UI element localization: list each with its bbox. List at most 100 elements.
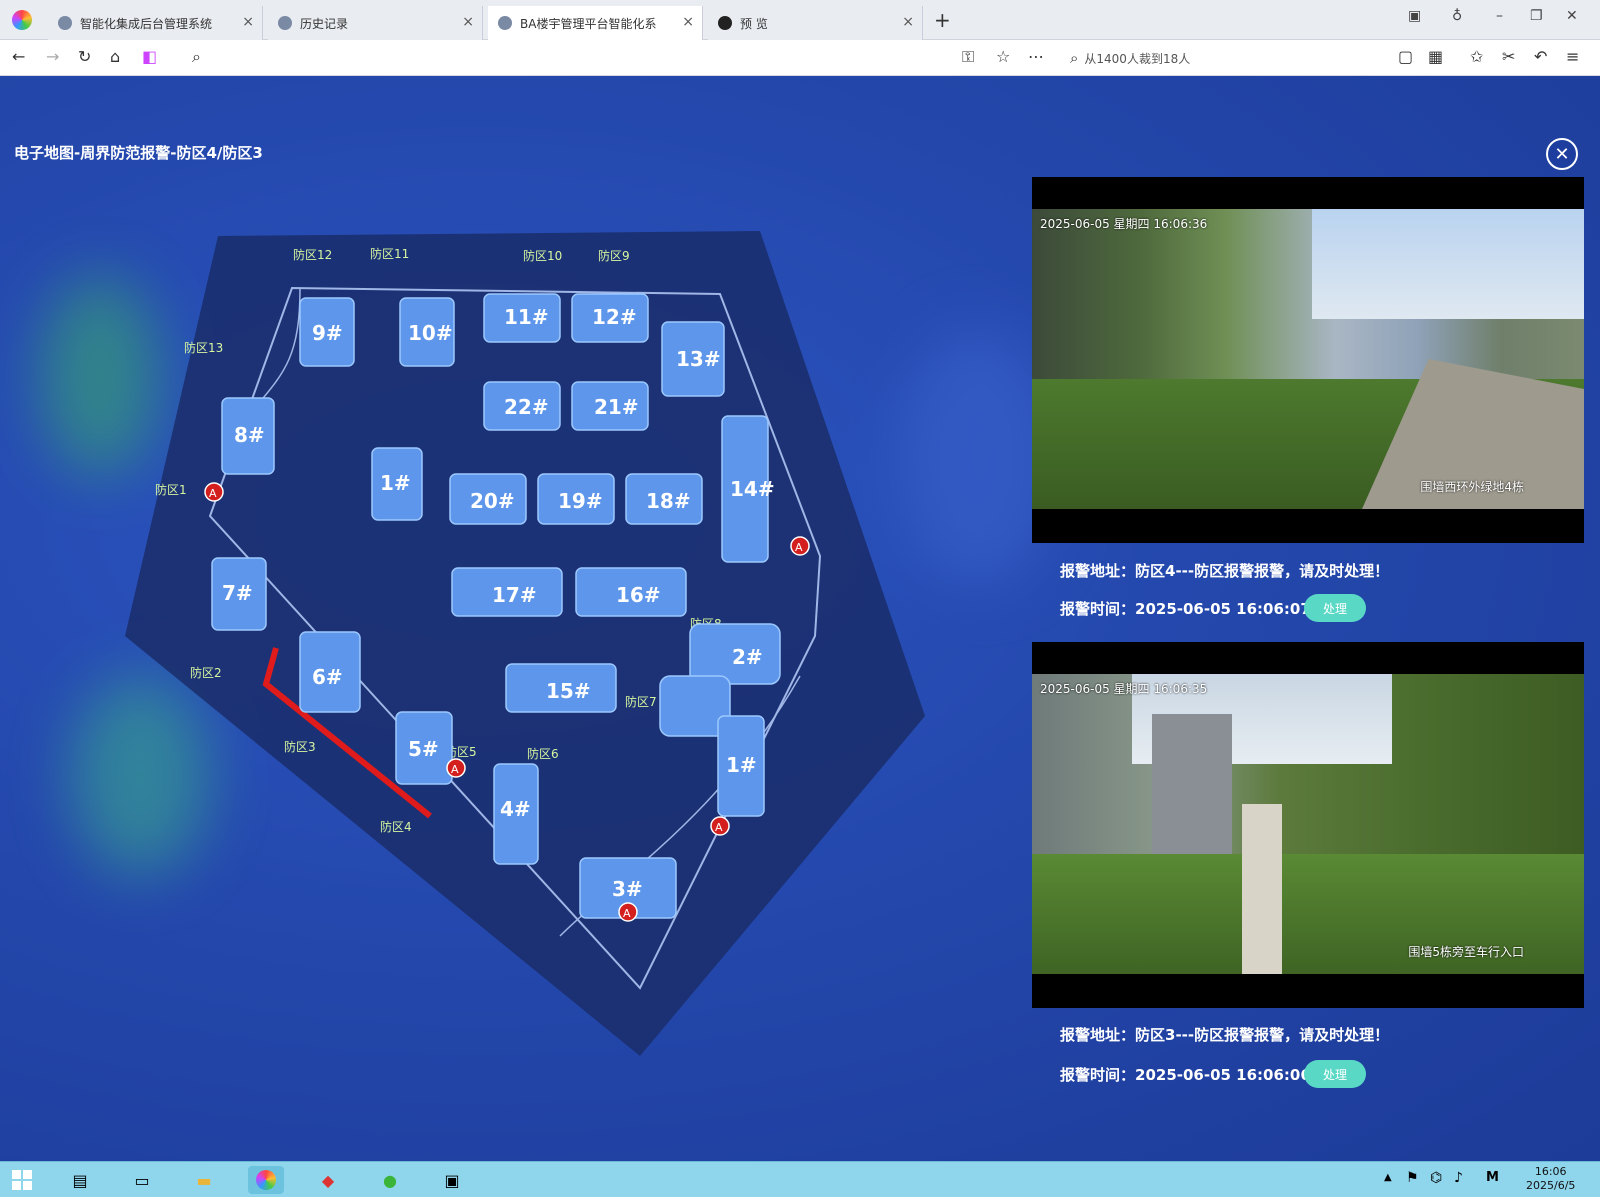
tab-preview[interactable]: 预 览 ×: [708, 6, 923, 40]
home-icon[interactable]: ⌂: [110, 47, 120, 66]
favorites-icon[interactable]: ✩: [1470, 47, 1483, 66]
site-map: 防区12 防区11 防区10 防区9 防区13 防区1 防区2 防区3 防区4 …: [125, 231, 925, 1056]
address-bar[interactable]: [230, 48, 930, 68]
key-icon[interactable]: ⚿: [962, 47, 974, 67]
building-18[interactable]: 18#: [625, 473, 703, 525]
building-19[interactable]: 19#: [537, 473, 615, 525]
building-11[interactable]: 11#: [483, 293, 561, 343]
tray-up-arrow-icon[interactable]: ▲: [1384, 1172, 1392, 1183]
window-close-button[interactable]: ✕: [1566, 8, 1578, 24]
tray-ime-icon[interactable]: M: [1486, 1170, 1499, 1185]
close-map-button[interactable]: ✕: [1546, 138, 1578, 170]
alarm-pin[interactable]: A: [446, 758, 466, 778]
taskbar-app[interactable]: ▭: [124, 1166, 160, 1194]
tab-title: 预 览: [740, 16, 768, 31]
start-button[interactable]: [4, 1166, 40, 1194]
building-label: 7#: [222, 581, 253, 605]
camera-location-tag: 围墙西环外绿地4栋: [1420, 480, 1524, 494]
process-alarm-button[interactable]: 处理: [1304, 594, 1366, 622]
system-clock[interactable]: 16:06 2025/6/5: [1526, 1165, 1575, 1193]
building-4[interactable]: 4#: [493, 763, 539, 865]
tab-close-icon[interactable]: ×: [682, 14, 694, 30]
tab-close-icon[interactable]: ×: [242, 14, 254, 30]
building-label: 16#: [616, 583, 661, 607]
alarm-pin[interactable]: A: [790, 536, 810, 556]
tab-count-icon[interactable]: ▣: [1408, 8, 1421, 24]
taskbar-app[interactable]: ●: [372, 1166, 408, 1194]
skin-icon[interactable]: ♁: [1452, 8, 1462, 24]
tray-network-icon[interactable]: ⌬: [1430, 1170, 1442, 1186]
building-label: 5#: [408, 737, 439, 761]
browser-logo-icon[interactable]: [12, 10, 32, 30]
building-6[interactable]: 6#: [299, 631, 361, 713]
tab-integrated-admin[interactable]: 智能化集成后台管理系统 ×: [48, 6, 263, 40]
zone-label: 防区10: [523, 248, 562, 263]
tab-ba-platform[interactable]: BA楼宇管理平台智能化系 ×: [488, 6, 703, 40]
alarm-address: 报警地址：防区4---防区报警报警，请及时处理！: [1060, 560, 1389, 581]
building-15[interactable]: 15#: [505, 663, 617, 713]
building-1-north[interactable]: 1#: [371, 447, 423, 521]
undo-icon[interactable]: ↶: [1534, 47, 1547, 66]
building-label: 4#: [500, 797, 531, 821]
taskbar-app[interactable]: ◆: [310, 1166, 346, 1194]
building-13[interactable]: 13#: [661, 321, 725, 397]
forward-arrow-icon[interactable]: →: [46, 47, 59, 66]
screenshot-icon[interactable]: ✂: [1502, 47, 1515, 66]
refresh-icon[interactable]: ↻: [78, 47, 91, 66]
building-label: 8#: [234, 423, 265, 447]
alarm-time: 报警时间：2025-06-05 16:06:06: [1060, 1064, 1311, 1085]
camera-osd-timestamp: 2025-06-05 星期四 16:06:35: [1040, 682, 1208, 696]
building-5[interactable]: 5#: [395, 711, 453, 785]
tray-volume-icon[interactable]: ♪: [1454, 1170, 1463, 1186]
tab-close-icon[interactable]: ×: [902, 14, 914, 30]
menu-icon[interactable]: ≡: [1566, 47, 1579, 66]
extension-icon[interactable]: ◧: [142, 47, 157, 66]
tray-flag-icon[interactable]: ⚑: [1406, 1170, 1419, 1186]
search-box[interactable]: ⌕ 从1400人裁到18人: [1070, 47, 1350, 69]
new-tab-button[interactable]: +: [934, 8, 951, 32]
taskbar-app[interactable]: ▬: [186, 1166, 222, 1194]
building-8[interactable]: 8#: [221, 397, 275, 475]
taskbar-app[interactable]: [248, 1166, 284, 1194]
sidebar-icon[interactable]: ▢: [1398, 47, 1413, 66]
address-search-icon[interactable]: ⌕: [192, 47, 201, 67]
apps-grid-icon[interactable]: ▦: [1428, 47, 1443, 66]
building-9[interactable]: 9#: [299, 297, 355, 367]
building-21[interactable]: 21#: [571, 381, 649, 431]
building-1-south[interactable]: 1#: [717, 715, 765, 817]
minimize-button[interactable]: –: [1496, 8, 1503, 24]
back-arrow-icon[interactable]: ←: [12, 47, 25, 66]
wechat-icon: ●: [383, 1170, 397, 1190]
alarm-address-value: 防区3---防区报警报警，请及时处理！: [1135, 1026, 1390, 1044]
taskbar-app[interactable]: ▤: [62, 1166, 98, 1194]
building-20[interactable]: 20#: [449, 473, 527, 525]
camera-feed-zone4[interactable]: 2025-06-05 星期四 16:06:36 围墙西环外绿地4栋: [1032, 177, 1584, 543]
building-22[interactable]: 22#: [483, 381, 561, 431]
alarm-time-value: 2025-06-05 16:06:06: [1135, 1066, 1311, 1084]
alarm-pin[interactable]: A: [618, 902, 638, 922]
alarm-pin[interactable]: A: [710, 816, 730, 836]
alarm-pin[interactable]: A: [204, 482, 224, 502]
alarm-pin-glyph: A: [209, 487, 217, 500]
building-14[interactable]: 14#: [721, 415, 775, 563]
building-label: 10#: [408, 321, 453, 345]
app-cube-icon: ◆: [321, 1170, 335, 1190]
building-10[interactable]: 10#: [399, 297, 455, 367]
building-7[interactable]: 7#: [211, 557, 267, 631]
more-icon[interactable]: ⋯: [1028, 47, 1044, 66]
building-label: 6#: [312, 665, 343, 689]
building-label: 2#: [732, 645, 763, 669]
bookmark-star-icon[interactable]: ☆: [996, 47, 1010, 66]
tab-favicon-icon: [58, 16, 72, 30]
tab-history[interactable]: 历史记录 ×: [268, 6, 483, 40]
restore-button[interactable]: ❐: [1530, 8, 1543, 24]
building-17[interactable]: 17#: [451, 567, 563, 617]
building-16[interactable]: 16#: [575, 567, 687, 617]
zone-label: 防区11: [370, 246, 409, 261]
building-12[interactable]: 12#: [571, 293, 649, 343]
taskbar-app[interactable]: ▣: [434, 1166, 470, 1194]
process-alarm-button[interactable]: 处理: [1304, 1060, 1366, 1088]
building-label: 1#: [726, 753, 757, 777]
tab-close-icon[interactable]: ×: [462, 14, 474, 30]
camera-feed-zone3[interactable]: 2025-06-05 星期四 16:06:35 围墙5栋旁至车行入口: [1032, 642, 1584, 1008]
